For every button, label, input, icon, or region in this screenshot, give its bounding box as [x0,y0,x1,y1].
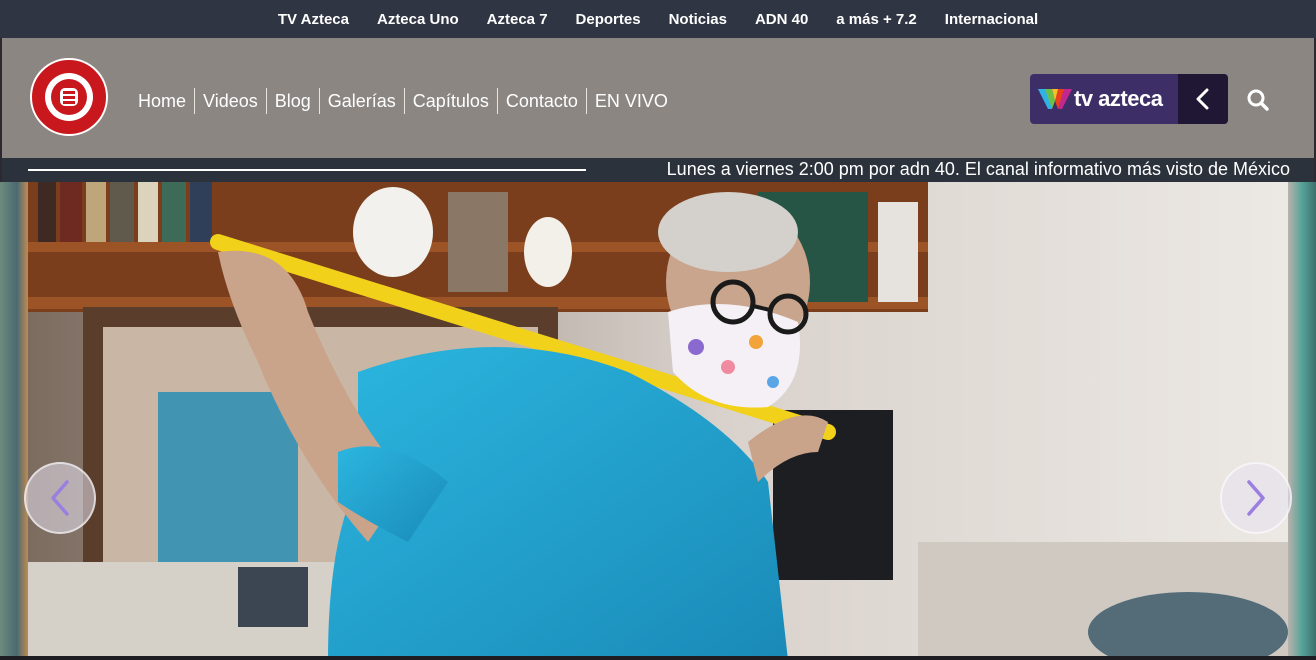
carousel-next-slide-edge [1288,182,1316,660]
nav-contacto[interactable]: Contacto [498,88,587,114]
schedule-ticker-text: Lunes a viernes 2:00 pm por adn 40. El c… [666,159,1290,179]
brand-back-button[interactable] [1178,74,1228,124]
network-link-noticias[interactable]: Noticias [669,11,727,28]
show-logo-graphic [33,61,105,133]
carousel-prev-button[interactable] [24,462,96,534]
chevron-left-icon [51,480,69,516]
hero-photo [28,182,1288,660]
network-link-azteca-7[interactable]: Azteca 7 [487,11,548,28]
carousel-next-button[interactable] [1220,462,1292,534]
tv-azteca-logo[interactable]: tv azteca [1030,86,1178,112]
nav-home[interactable]: Home [130,88,196,114]
nav-videos[interactable]: Videos [195,88,267,114]
network-link-a-mas[interactable]: a más + 7.2 [836,11,916,28]
show-logo[interactable] [30,58,108,136]
network-link-azteca-uno[interactable]: Azteca Uno [377,11,459,28]
network-link-internacional[interactable]: Internacional [945,11,1038,28]
tv-azteca-brand-box: tv azteca [1030,74,1228,124]
schedule-ticker: Lunes a viernes 2:00 pm por adn 40. El c… [2,158,1314,182]
carousel-prev-slide-edge [0,182,28,660]
nav-en-vivo[interactable]: EN VIVO [587,88,676,114]
network-nav-bar: TV Azteca Azteca Uno Azteca 7 Deportes N… [0,0,1316,38]
nav-capitulos[interactable]: Capítulos [405,88,498,114]
main-nav: Home Videos Blog Galerías Capítulos Cont… [130,88,676,114]
chevron-left-icon [1196,88,1209,110]
bottom-border [0,656,1316,660]
chevron-right-icon [1247,480,1265,516]
nav-blog[interactable]: Blog [267,88,320,114]
tv-azteca-symbol-icon [1038,89,1072,109]
hero-carousel-slide[interactable] [28,182,1288,660]
tv-azteca-brand-text: tv azteca [1074,86,1163,111]
site-header: Home Videos Blog Galerías Capítulos Cont… [2,38,1314,160]
search-button[interactable] [1246,88,1270,112]
search-icon [1247,89,1269,111]
network-link-tv-azteca[interactable]: TV Azteca [278,11,349,28]
nav-galerias[interactable]: Galerías [320,88,405,114]
network-link-deportes[interactable]: Deportes [576,11,641,28]
ticker-divider-line [28,169,586,171]
network-link-adn-40[interactable]: ADN 40 [755,11,808,28]
